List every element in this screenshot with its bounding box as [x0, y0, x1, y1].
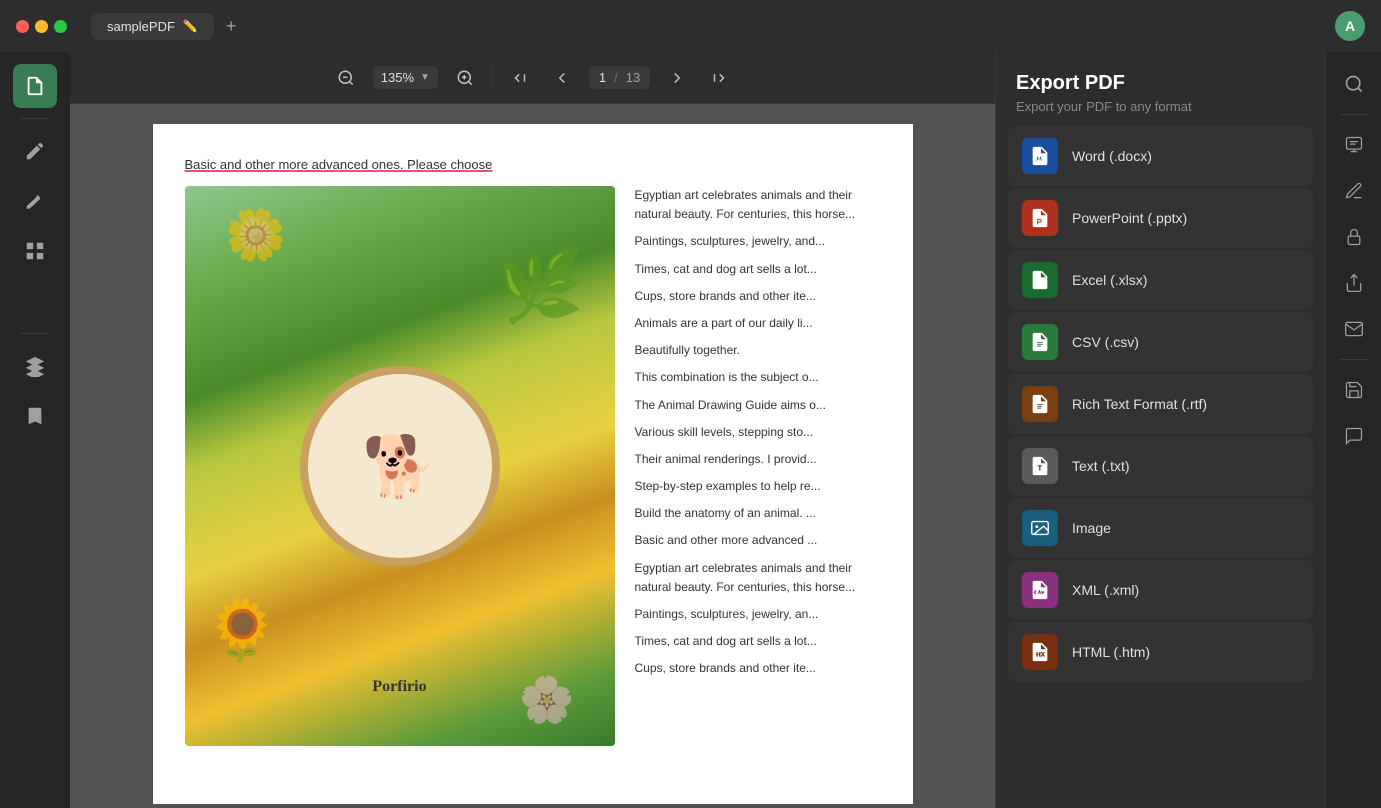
sidebar-divider-2: [20, 333, 50, 334]
share-icon-button[interactable]: [1334, 263, 1374, 303]
pdf-image-container: 🌿 🌼 🌻 🌸 🐕 Porfirio Egyptian art celebrat…: [185, 186, 881, 746]
export-option-excel[interactable]: Excel (.xlsx): [1008, 250, 1313, 310]
tab-area: samplePDF ✏️ +: [91, 12, 240, 41]
export-option-rtf[interactable]: Rich Text Format (.rtf): [1008, 374, 1313, 434]
sidebar-item-annotate[interactable]: [13, 129, 57, 173]
tab-title: samplePDF: [107, 19, 175, 34]
right-divider-1: [1340, 114, 1368, 115]
close-button[interactable]: [16, 20, 29, 33]
edit-icon: ✏️: [183, 19, 198, 33]
rtf-icon: [1022, 386, 1058, 422]
export-option-ppt-label: PowerPoint (.pptx): [1072, 210, 1187, 226]
minimize-button[interactable]: [35, 20, 48, 33]
export-option-xml[interactable]: XML (.xml): [1008, 560, 1313, 620]
csv-icon: [1022, 324, 1058, 360]
export-panel: Export PDF Export your PDF to any format…: [995, 52, 1325, 808]
pdf-image: 🌿 🌼 🌻 🌸 🐕 Porfirio: [185, 186, 615, 746]
text-icon: [1022, 448, 1058, 484]
right-icon-bar: [1325, 52, 1381, 808]
dog-emoji: 🐕: [362, 431, 437, 502]
export-option-csv[interactable]: CSV (.csv): [1008, 312, 1313, 372]
export-option-html-label: HTML (.htm): [1072, 644, 1150, 660]
export-option-rtf-label: Rich Text Format (.rtf): [1072, 396, 1207, 412]
email-icon-button[interactable]: [1334, 309, 1374, 349]
ocr-icon-button[interactable]: [1334, 125, 1374, 165]
export-option-image-label: Image: [1072, 520, 1111, 536]
export-option-powerpoint[interactable]: PowerPoint (.pptx): [1008, 188, 1313, 248]
sidebar-item-bookmark[interactable]: [13, 394, 57, 438]
export-option-text-label: Text (.txt): [1072, 458, 1130, 474]
first-page-button[interactable]: [505, 63, 535, 93]
zoom-in-button[interactable]: [450, 63, 480, 93]
powerpoint-icon: [1022, 200, 1058, 236]
export-option-csv-label: CSV (.csv): [1072, 334, 1139, 350]
add-tab-button[interactable]: +: [222, 12, 241, 41]
traffic-lights: [16, 20, 67, 33]
right-divider-2: [1340, 359, 1368, 360]
word-icon: [1022, 138, 1058, 174]
search-icon-button[interactable]: [1334, 64, 1374, 104]
maximize-button[interactable]: [54, 20, 67, 33]
zoom-value: 135%: [381, 70, 414, 85]
titlebar: samplePDF ✏️ + A: [0, 0, 1381, 52]
page-separator: /: [614, 70, 618, 85]
left-sidebar: [0, 52, 70, 808]
sign-icon-button[interactable]: [1334, 171, 1374, 211]
comment-icon-button[interactable]: [1334, 416, 1374, 456]
export-option-image[interactable]: Image: [1008, 498, 1313, 558]
excel-icon: [1022, 262, 1058, 298]
protect-icon-button[interactable]: [1334, 217, 1374, 257]
export-subtitle: Export your PDF to any format: [1016, 99, 1305, 114]
pdf-text-block: Egyptian art celebrates animals and thei…: [635, 186, 881, 687]
dog-art: 🐕: [300, 366, 500, 566]
last-page-button[interactable]: [704, 63, 734, 93]
export-option-excel-label: Excel (.xlsx): [1072, 272, 1147, 288]
sidebar-item-layers[interactable]: [13, 344, 57, 388]
image-icon: [1022, 510, 1058, 546]
sidebar-divider-1: [20, 118, 50, 119]
pdf-content: Basic and other more advanced ones. Plea…: [70, 104, 995, 808]
toolbar: 135% ▼ 1 / 13: [70, 52, 995, 104]
page-current[interactable]: 1: [599, 70, 606, 85]
export-option-word-label: Word (.docx): [1072, 148, 1152, 164]
active-tab[interactable]: samplePDF ✏️: [91, 13, 214, 40]
prev-page-button[interactable]: [547, 63, 577, 93]
zoom-control[interactable]: 135% ▼: [373, 66, 438, 89]
export-title: Export PDF: [1016, 72, 1305, 95]
export-options: Word (.docx) PowerPoint (.pptx) Excel (.…: [996, 126, 1325, 682]
page-control: 1 / 13: [589, 66, 650, 89]
sidebar-item-edit[interactable]: [13, 179, 57, 223]
sidebar-item-organize[interactable]: [13, 229, 57, 273]
save-icon-button[interactable]: [1334, 370, 1374, 410]
sidebar-item-document[interactable]: [13, 64, 57, 108]
html-icon: [1022, 634, 1058, 670]
export-option-xml-label: XML (.xml): [1072, 582, 1139, 598]
zoom-dropdown-icon: ▼: [420, 72, 430, 83]
export-option-text[interactable]: Text (.txt): [1008, 436, 1313, 496]
toolbar-divider-1: [492, 66, 493, 90]
export-option-word[interactable]: Word (.docx): [1008, 126, 1313, 186]
next-page-button[interactable]: [662, 63, 692, 93]
export-option-html[interactable]: HTML (.htm): [1008, 622, 1313, 682]
pdf-page: Basic and other more advanced ones. Plea…: [153, 124, 913, 804]
xml-icon: [1022, 572, 1058, 608]
pdf-underlined-text: Basic and other more advanced ones. Plea…: [185, 156, 881, 174]
sidebar-item-convert[interactable]: [13, 279, 57, 323]
main-area: 135% ▼ 1 / 13: [0, 52, 1381, 808]
avatar: A: [1335, 11, 1365, 41]
zoom-out-button[interactable]: [331, 63, 361, 93]
page-total: 13: [626, 70, 640, 85]
pdf-viewer: 135% ▼ 1 / 13: [70, 52, 995, 808]
export-header: Export PDF Export your PDF to any format: [996, 52, 1325, 126]
